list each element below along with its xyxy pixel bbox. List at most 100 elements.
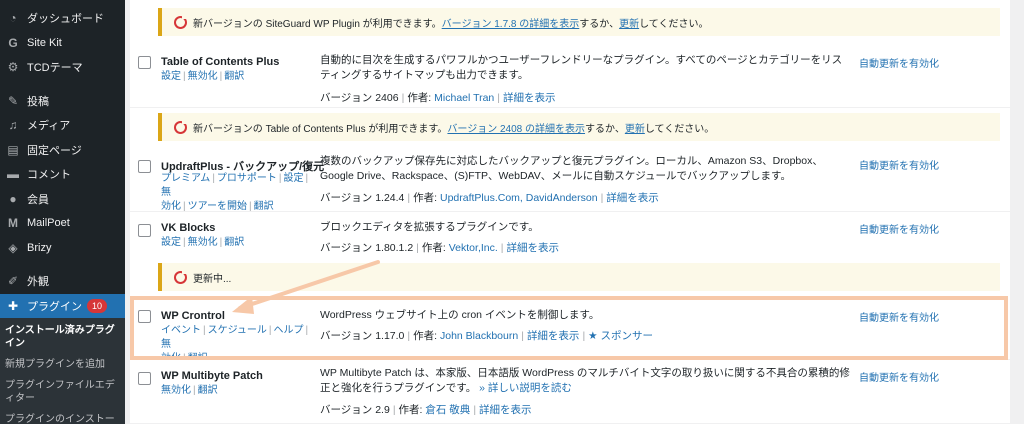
details-link[interactable]: 詳細を表示 [507,242,560,254]
settings-link[interactable]: 設定 [161,71,181,82]
menu-label: 外観 [27,276,49,289]
plugin-description: 自動的に目次を生成するパワフルかつユーザーフレンドリーなプラグイン。すべてのペー… [320,54,843,81]
menu-mailpoet[interactable]: M MailPoet [0,211,125,236]
menu-label: 投稿 [27,95,49,108]
media-icon: ♫ [8,118,18,133]
plugin-checkbox[interactable] [138,310,151,323]
plugin-checkbox[interactable] [138,372,151,385]
menu-media[interactable]: ♫ メディア [0,113,125,138]
menu-brizy[interactable]: ◈ Brizy [0,236,125,261]
plugin-row-vk-blocks: VK Blocks 設定 | 無効化 | 翻訳 ブロックエディタを拡張するプラグインです… [130,212,1010,262]
deactivate-link[interactable]: 無 [161,187,171,198]
schedules-link[interactable]: スケジュール [208,325,267,336]
translate-link[interactable]: 翻訳 [224,237,244,248]
update-notice: 新バージョンの Table of Contents Plus が利用できます。 … [158,113,1000,141]
tour-link[interactable]: ツアーを開始 [188,201,247,212]
menu-label: Site Kit [27,36,62,49]
details-link[interactable]: 詳細を表示 [527,330,580,342]
premium-link[interactable]: プレミアム [161,173,210,184]
plug-icon: ✚ [7,298,19,313]
plugin-description: 複数のバックアップ保存先に対応したバックアップと復元プラグイン。ローカル、Ama… [320,155,823,182]
menu-label: 固定ページ [27,144,82,157]
menu-plugins[interactable]: ✚ プラグイン 10 [0,293,125,318]
brush-icon: ✐ [7,274,19,289]
pro-support-link[interactable]: プロサポート [217,173,277,184]
enable-auto-update-link[interactable]: 自動更新を有効化 [859,221,939,236]
m-icon: M [8,216,18,231]
update-link[interactable]: 更新 [625,120,645,135]
update-notice: 新バージョンの SiteGuard WP Plugin が利用できます。 バージ… [158,8,1000,36]
brizy-icon: ◈ [8,240,18,255]
menu-comments[interactable]: ▬ コメント [0,162,125,187]
menu-tcd-theme[interactable]: ⚙ TCDテーマ [0,55,125,80]
plugin-description: ブロックエディタを拡張するプラグインです。 [320,221,539,233]
details-link[interactable]: 詳細を表示 [503,92,556,104]
enable-auto-update-link[interactable]: 自動更新を有効化 [859,369,939,384]
plugin-name: WP Crontrol [161,310,225,322]
menu-appearance[interactable]: ✐ 外観 [0,269,125,294]
update-icon [174,119,187,134]
pin-icon: ✎ [7,93,19,108]
author-link[interactable]: Michael Tran [434,92,494,104]
submenu-install[interactable]: プラグインのインストー [0,409,125,424]
author-link[interactable]: John Blackbourn [440,330,518,342]
plugin-meta: バージョン 2406 | 作者: Michael Tran | 詳細を表示 [320,92,556,104]
menu-label: MailPoet [27,217,70,230]
plugin-checkbox[interactable] [138,56,151,69]
plugin-actions: 設定 | 無効化 | 翻訳 [161,71,245,82]
submenu-installed-plugins[interactable]: インストール済みプラグイン [0,320,125,354]
gear-icon: ⚙ [7,60,19,75]
deactivate-link[interactable]: 無効化 [188,237,218,248]
plugin-name: Table of Contents Plus [161,56,280,68]
settings-link[interactable]: 設定 [284,173,304,184]
view-details-link[interactable]: バージョン 2408 の詳細を表示 [447,120,585,135]
enable-auto-update-link[interactable]: 自動更新を有効化 [859,157,939,172]
author-link[interactable]: Vektor,Inc. [449,242,498,254]
submenu-add-new[interactable]: 新規プラグインを追加 [0,354,125,375]
menu-pages[interactable]: ▤ 固定ページ [0,138,125,163]
plugin-row-updraftplus: UpdraftPlus - バックアップ/復元 プレミアム | プロサポート | 設定 |… [130,148,1010,212]
read-more-link[interactable]: » 詳しい説明を読む [479,382,572,394]
deactivate-link[interactable]: 無効化 [161,385,191,396]
author-link[interactable]: 倉石 敬典 [425,404,470,416]
translate-link[interactable]: 翻訳 [254,201,274,212]
sponsor-link[interactable]: ★ スポンサー [588,330,653,342]
translate-link[interactable]: 翻訳 [224,71,244,82]
update-link[interactable]: 更新 [619,15,639,30]
update-icon [174,14,187,29]
enable-auto-update-link[interactable]: 自動更新を有効化 [859,309,939,324]
deactivate-link[interactable]: 無効化 [188,71,218,82]
view-details-link[interactable]: バージョン 1.7.8 の詳細を表示 [442,15,580,30]
menu-label: TCDテーマ [27,62,83,75]
menu-dashboard[interactable]: ◔ ダッシュボード [0,6,125,31]
updating-notice-row: 更新中... [130,258,1010,298]
plugin-row-wp-multibyte-patch: WP Multibyte Patch 無効化 | 翻訳 WP Multibyte P… [130,360,1010,424]
spinner-icon [174,269,187,284]
author-link[interactable]: UpdraftPlus.Com, DavidAnderson [440,192,598,204]
deactivate-link[interactable]: 無 [161,339,171,350]
submenu-file-editor[interactable]: プラグインファイルエディター [0,375,125,409]
settings-link[interactable]: 設定 [161,237,181,248]
star-icon: ★ [588,330,598,342]
menu-site-kit[interactable]: G Site Kit [0,31,125,56]
plugin-checkbox[interactable] [138,224,151,237]
plugin-actions: プレミアム | プロサポート | 設定 |無 効化 | ツアーを開始 | 翻訳 [161,173,309,212]
plugin-meta: バージョン 1.17.0 | 作者: John Blackbourn | 詳細を表示 | ★… [320,330,654,342]
events-link[interactable]: イベント [161,325,201,336]
details-link[interactable]: 詳細を表示 [479,404,532,416]
plugin-meta: バージョン 1.80.1.2 | 作者: Vektor,Inc. | 詳細を表示 [320,242,560,254]
menu-label: Brizy [27,241,52,254]
enable-auto-update-link[interactable]: 自動更新を有効化 [859,55,939,70]
plugin-description: WP Multibyte Patch は、本家版、日本語版 WordPress … [320,367,850,394]
deactivate-link-cont[interactable]: 効化 [161,201,181,212]
menu-members[interactable]: ● 会員 [0,187,125,212]
help-link[interactable]: ヘルプ [274,325,304,336]
menu-label: コメント [27,169,71,182]
translate-link[interactable]: 翻訳 [198,385,218,396]
plugin-actions: 無効化 | 翻訳 [161,385,218,396]
menu-posts[interactable]: ✎ 投稿 [0,89,125,114]
details-link[interactable]: 詳細を表示 [606,192,659,204]
menu-label: 会員 [27,193,49,206]
plugin-name: VK Blocks [161,222,216,234]
plugin-checkbox[interactable] [138,160,151,173]
